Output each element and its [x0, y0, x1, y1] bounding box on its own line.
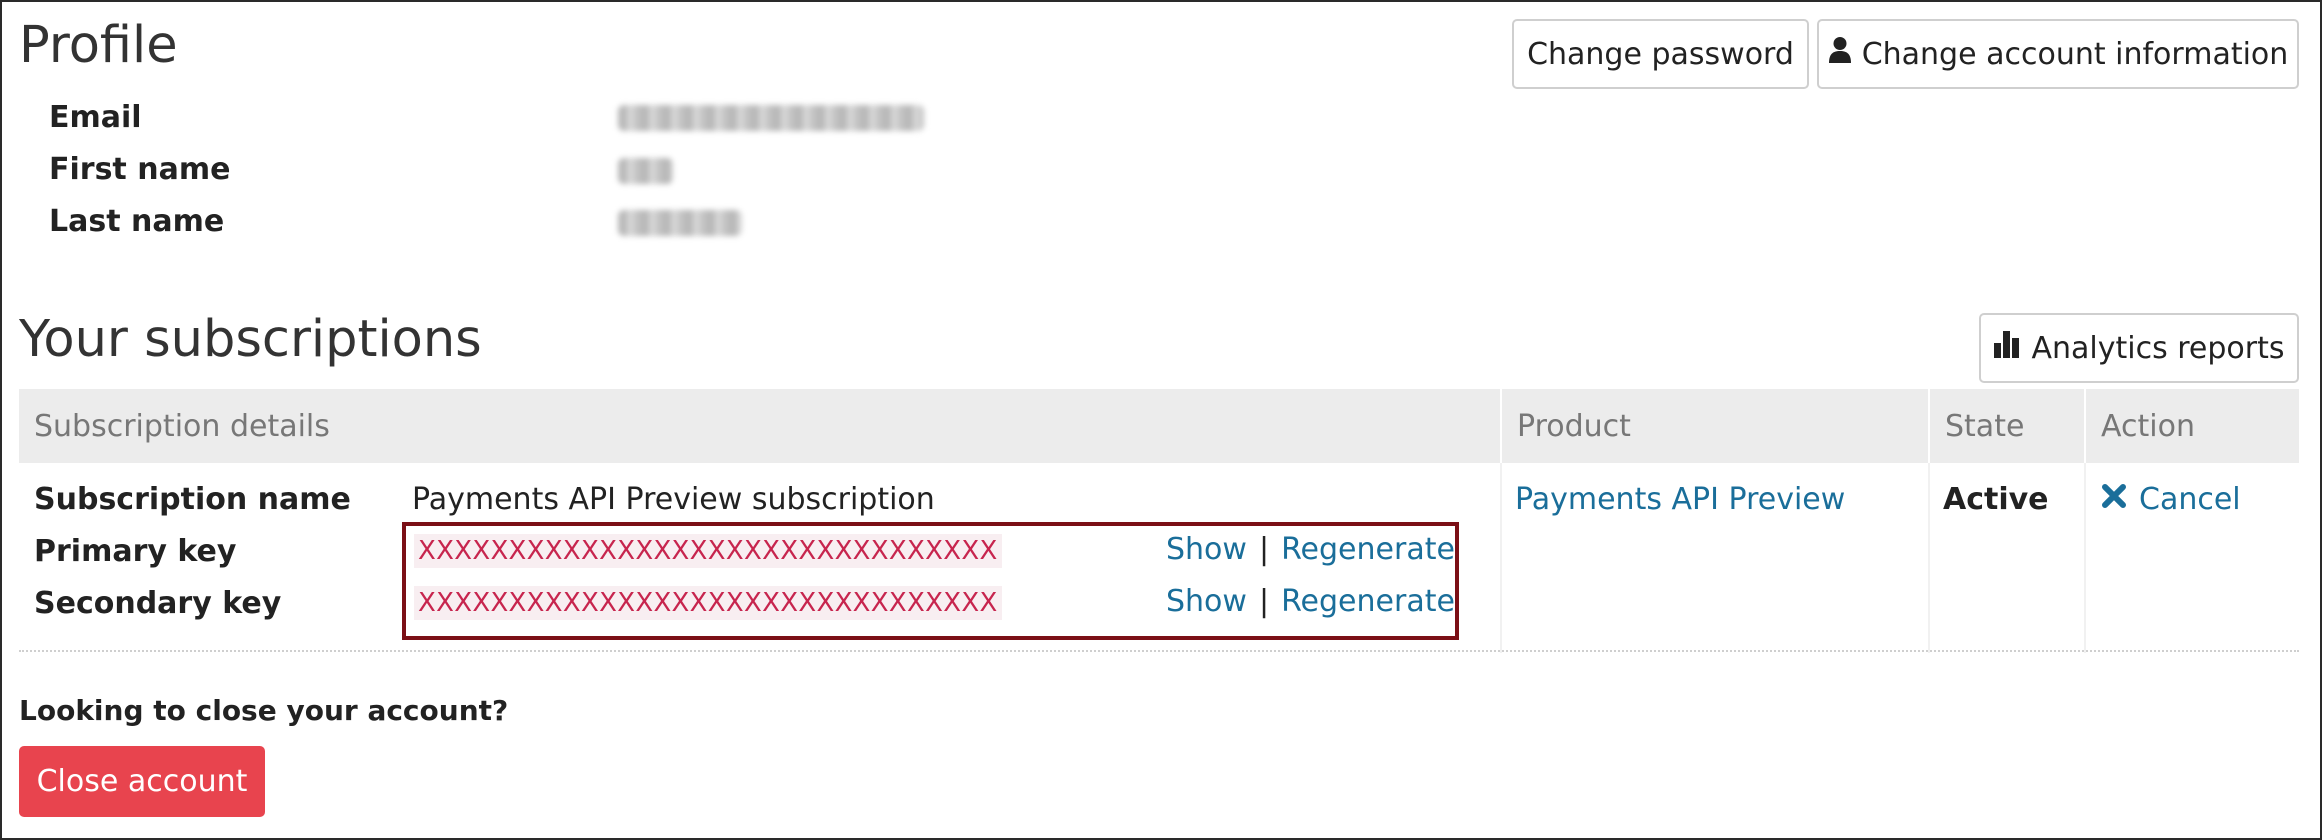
link-separator: | [1258, 584, 1270, 619]
cancel-label: Cancel [2139, 482, 2241, 517]
secondary-key-label: Secondary key [34, 586, 282, 621]
secondary-key-actions: Show | Regenerate [1166, 584, 1455, 619]
secondary-key-show-link[interactable]: Show [1166, 584, 1247, 619]
column-header-product: Product [1500, 389, 1928, 463]
column-divider [2084, 463, 2086, 653]
subscriptions-title: Your subscriptions [19, 310, 482, 369]
column-divider [1928, 463, 1930, 653]
cancel-subscription-button[interactable]: Cancel [2101, 482, 2241, 517]
column-header-state: State [1928, 389, 2084, 463]
change-password-button[interactable]: Change password [1512, 19, 1809, 89]
analytics-reports-button[interactable]: Analytics reports [1979, 313, 2299, 383]
primary-key-value: XXXXXXXXXXXXXXXXXXXXXXXXXXXXXXXX [414, 534, 1002, 568]
subscription-name-label: Subscription name [34, 482, 351, 517]
column-divider [1500, 463, 1502, 653]
close-x-icon [2101, 482, 2127, 517]
secondary-key-value: XXXXXXXXXXXXXXXXXXXXXXXXXXXXXXXX [414, 586, 1002, 620]
profile-title: Profile [19, 16, 178, 75]
first-name-value-redacted [618, 158, 673, 184]
primary-key-regenerate-link[interactable]: Regenerate [1281, 532, 1455, 567]
first-name-label: First name [49, 152, 231, 187]
change-password-label: Change password [1527, 36, 1794, 72]
last-name-value-redacted [618, 210, 742, 236]
secondary-key-regenerate-link[interactable]: Regenerate [1281, 584, 1455, 619]
primary-key-actions: Show | Regenerate [1166, 532, 1455, 567]
close-account-label: Close account [36, 764, 248, 799]
subscriptions-table-header: Subscription details Product State Actio… [19, 389, 2299, 463]
change-account-information-label: Change account information [1861, 36, 2289, 72]
product-link[interactable]: Payments API Preview [1515, 482, 1845, 517]
column-header-action: Action [2084, 389, 2299, 463]
row-divider [19, 650, 2299, 652]
primary-key-show-link[interactable]: Show [1166, 532, 1247, 567]
bar-chart-icon [1993, 330, 2021, 366]
primary-key-label: Primary key [34, 534, 237, 569]
close-account-button[interactable]: Close account [19, 746, 265, 817]
change-account-information-button[interactable]: Change account information [1817, 19, 2299, 89]
subscription-state: Active [1943, 482, 2049, 517]
column-header-subscription-details: Subscription details [34, 408, 330, 444]
link-separator: | [1258, 532, 1270, 567]
close-account-question: Looking to close your account? [19, 694, 509, 727]
email-label: Email [49, 100, 142, 135]
last-name-label: Last name [49, 204, 225, 239]
email-value-redacted [618, 105, 924, 131]
analytics-reports-label: Analytics reports [2031, 330, 2285, 366]
user-icon [1828, 36, 1852, 72]
subscription-name-value: Payments API Preview subscription [412, 482, 935, 517]
